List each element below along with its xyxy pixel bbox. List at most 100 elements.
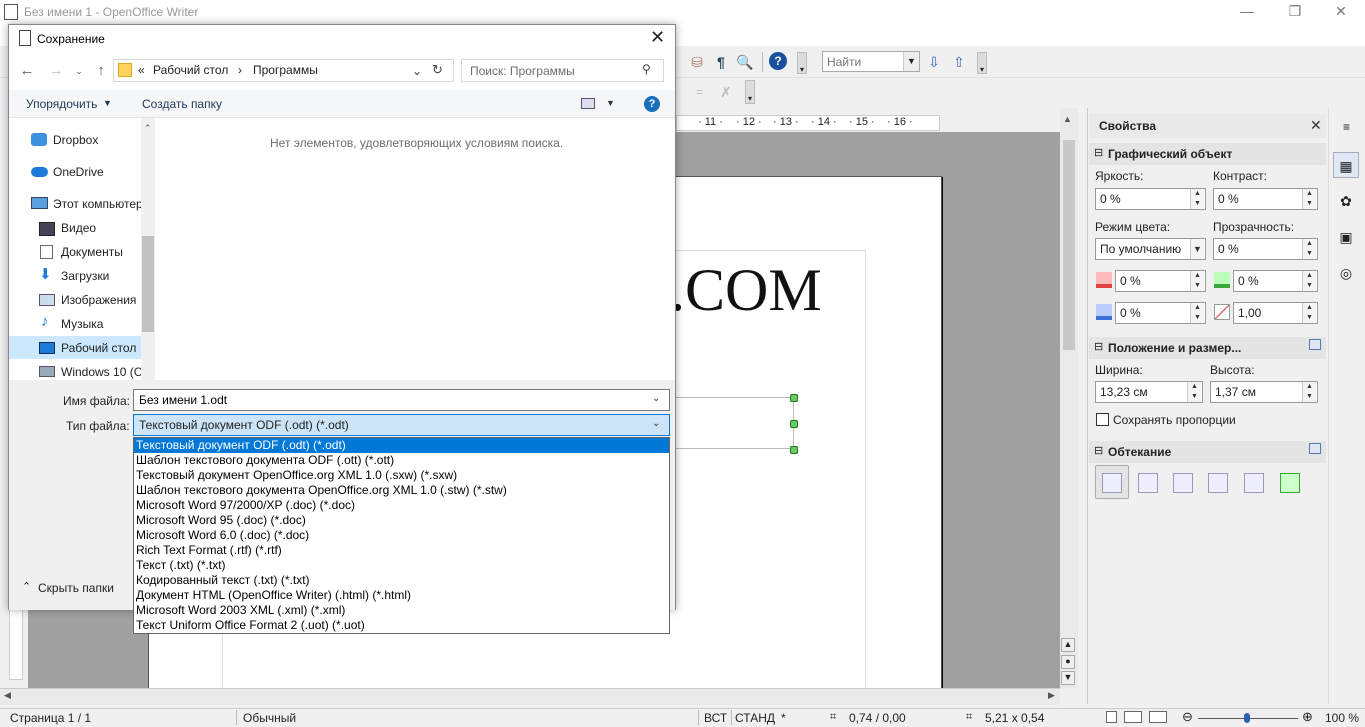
file-list[interactable] xyxy=(155,118,675,380)
refresh-icon[interactable]: ↻ xyxy=(432,62,443,78)
nav-item-pictures[interactable]: Изображения xyxy=(61,293,141,307)
navigation-scroll-thumb[interactable] xyxy=(142,236,154,332)
nav-item-windows-drive[interactable]: Windows 10 (C:) xyxy=(61,365,141,379)
filetype-option[interactable]: Microsoft Word 2003 XML (.xml) (*.xml) xyxy=(134,603,669,618)
height-spin-icon[interactable]: ▲ ▼ xyxy=(1302,382,1316,402)
scroll-left-icon[interactable]: ◀ xyxy=(4,690,11,701)
nav-item-desktop[interactable]: Рабочий стол xyxy=(61,341,141,355)
dialog-close-icon[interactable]: ✕ xyxy=(650,27,665,48)
view-dropdown-icon[interactable]: ▼ xyxy=(606,98,615,108)
resize-handle[interactable] xyxy=(790,446,798,454)
more-options-icon[interactable] xyxy=(1309,339,1321,350)
color-mode-dropdown-icon[interactable]: ▼ xyxy=(1190,239,1204,259)
brightness-spin-icon[interactable]: ▲ ▼ xyxy=(1190,189,1204,209)
nav-item-video[interactable]: Видео xyxy=(61,221,141,235)
transparency-spin-icon[interactable]: ▲ ▼ xyxy=(1302,239,1316,259)
filetype-option[interactable]: Текстовый документ OpenOffice.org XML 1.… xyxy=(134,468,669,483)
find-dropdown-icon[interactable]: ▼ xyxy=(903,52,919,71)
book-view-icon[interactable] xyxy=(1149,711,1167,723)
styles-deck-icon[interactable]: ✿ xyxy=(1333,188,1359,214)
filetype-option[interactable]: Шаблон текстового документа OpenOffice.o… xyxy=(134,483,669,498)
search-icon[interactable]: ⚲ xyxy=(642,62,651,76)
filetype-option[interactable]: Microsoft Word 97/2000/XP (.doc) (*.doc) xyxy=(134,498,669,513)
paragraph-style[interactable]: Обычный xyxy=(243,711,296,725)
collapse-icon[interactable]: ⊟ xyxy=(1094,340,1103,353)
minimize-icon[interactable]: — xyxy=(1224,0,1270,24)
zoom-slider-handle[interactable] xyxy=(1244,713,1250,723)
filetype-option[interactable]: Rich Text Format (.rtf) (*.rtf) xyxy=(134,543,669,558)
selected-graphic-frame[interactable] xyxy=(674,397,794,449)
scroll-up-icon[interactable]: ▲ xyxy=(1063,114,1072,124)
green-spin-icon[interactable]: ▲ ▼ xyxy=(1302,271,1316,291)
gallery-deck-icon[interactable]: ▣ xyxy=(1333,224,1359,250)
gamma-spin-icon[interactable]: ▲ ▼ xyxy=(1302,303,1316,323)
breadcrumb-separator[interactable]: › xyxy=(238,63,242,77)
horizontal-scrollbar[interactable] xyxy=(0,688,1060,705)
organize-button[interactable]: Упорядочить xyxy=(26,97,97,111)
nav-item-music[interactable]: Музыка xyxy=(61,317,141,331)
recent-locations-icon[interactable]: ⌄ xyxy=(70,62,88,80)
filetype-dropdown-icon[interactable]: ⌄ xyxy=(652,418,660,429)
single-page-view-icon[interactable] xyxy=(1106,711,1117,723)
filetype-option[interactable]: Документ HTML (OpenOffice Writer) (.html… xyxy=(134,588,669,603)
zoom-out-icon[interactable]: ⊖ xyxy=(1182,709,1193,725)
find-next-icon[interactable]: ⇩ xyxy=(925,53,943,71)
previous-page-icon[interactable]: ▲ xyxy=(1061,638,1075,652)
breadcrumb-item[interactable]: Программы xyxy=(253,63,318,77)
sidebar-menu-icon[interactable]: ≡ xyxy=(1343,120,1350,134)
restore-icon[interactable]: ❐ xyxy=(1272,0,1318,24)
resize-handle[interactable] xyxy=(790,420,798,428)
filetype-option[interactable]: Microsoft Word 95 (.doc) (*.doc) xyxy=(134,513,669,528)
red-spin-icon[interactable]: ▲ ▼ xyxy=(1190,271,1204,291)
new-folder-button[interactable]: Создать папку xyxy=(142,97,222,111)
more-options-icon[interactable] xyxy=(1309,443,1321,454)
find-toolbar-overflow-icon[interactable]: ▾ xyxy=(977,52,987,74)
chevron-down-icon[interactable]: ▼ xyxy=(103,98,112,108)
filetype-option[interactable]: Текст (.txt) (*.txt) xyxy=(134,558,669,573)
selection-mode[interactable]: СТАНД xyxy=(735,711,775,725)
nav-item-documents[interactable]: Документы xyxy=(61,245,141,259)
filetype-option[interactable]: Microsoft Word 6.0 (.doc) (*.doc) xyxy=(134,528,669,543)
wrap-parallel-icon[interactable] xyxy=(1138,473,1158,493)
nav-scroll-up-icon[interactable]: ⌃ xyxy=(144,123,152,134)
close-window-icon[interactable]: ✕ xyxy=(1318,0,1364,24)
nav-item-this-pc[interactable]: Этот компьютер xyxy=(53,197,141,211)
database-icon[interactable]: ⛁ xyxy=(688,53,706,71)
wrap-optimal-icon[interactable] xyxy=(1173,473,1193,493)
zoom-in-icon[interactable]: ⊕ xyxy=(1302,709,1313,725)
scroll-right-icon[interactable]: ▶ xyxy=(1048,690,1055,701)
vertical-scroll-thumb[interactable] xyxy=(1063,140,1075,350)
sidebar-close-icon[interactable]: ✕ xyxy=(1310,117,1322,134)
filetype-option[interactable]: Текстовый документ ODF (.odt) (*.odt) xyxy=(134,438,669,453)
up-folder-icon[interactable]: ↑ xyxy=(92,62,110,80)
page-heading-text[interactable]: .COM xyxy=(670,256,822,325)
nav-item-downloads[interactable]: Загрузки xyxy=(61,269,141,283)
navigator-deck-icon[interactable]: ◎ xyxy=(1333,260,1359,286)
toolbar-overflow-icon[interactable]: ▾ xyxy=(797,52,807,74)
filetype-option[interactable]: Кодированный текст (.txt) (*.txt) xyxy=(134,573,669,588)
hide-folders-button[interactable]: Скрыть папки xyxy=(38,581,114,595)
filetype-option[interactable]: Текст Uniform Office Format 2 (.uot) (*.… xyxy=(134,618,669,633)
navigator-icon[interactable]: ● xyxy=(1061,655,1075,669)
wrap-after-icon[interactable] xyxy=(1244,473,1264,493)
help-icon[interactable]: ? xyxy=(644,96,660,112)
filetype-option[interactable]: Шаблон текстового документа ODF (.ott) (… xyxy=(134,453,669,468)
next-page-icon[interactable]: ▼ xyxy=(1061,671,1075,685)
resize-handle[interactable] xyxy=(790,394,798,402)
insert-mode[interactable]: ВСТ xyxy=(704,711,727,725)
wrap-none-icon[interactable] xyxy=(1102,473,1122,493)
breadcrumb-item[interactable]: Рабочий стол xyxy=(153,63,228,77)
chevron-up-icon[interactable]: ⌃ xyxy=(22,580,31,593)
filetype-select[interactable]: Текстовый документ ODF (.odt) (*.odt) xyxy=(133,414,670,436)
zoom-level[interactable]: 100 % xyxy=(1325,711,1359,725)
formatting-marks-icon[interactable]: ¶ xyxy=(712,53,730,71)
nav-item-onedrive[interactable]: OneDrive xyxy=(53,165,141,179)
width-spin-icon[interactable]: ▲ ▼ xyxy=(1187,382,1201,402)
address-dropdown-icon[interactable]: ⌄ xyxy=(412,64,422,78)
multi-page-view-icon[interactable] xyxy=(1124,711,1142,723)
back-icon[interactable]: ← xyxy=(18,62,36,80)
filename-input[interactable] xyxy=(133,389,670,411)
keep-ratio-checkbox[interactable] xyxy=(1096,413,1109,426)
nav-item-dropbox[interactable]: Dropbox xyxy=(53,133,141,147)
collapse-icon[interactable]: ⊟ xyxy=(1094,146,1103,159)
